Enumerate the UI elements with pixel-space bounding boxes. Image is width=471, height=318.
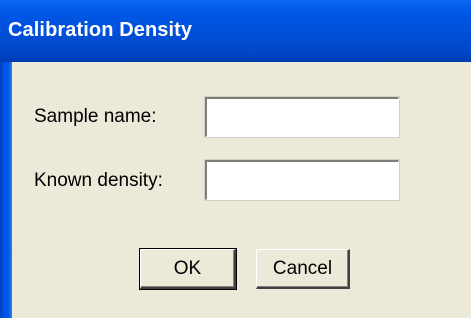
known-density-input[interactable] (205, 160, 399, 200)
ok-button[interactable]: OK (139, 248, 237, 290)
calibration-density-dialog: Calibration Density Sample name: Known d… (0, 0, 471, 318)
sample-name-input[interactable] (205, 97, 399, 137)
title-bar[interactable]: Calibration Density (0, 0, 471, 62)
dialog-body: Sample name: Known density: OK Cancel (12, 62, 471, 318)
sample-name-label: Sample name: (34, 106, 157, 127)
window-border-left (0, 62, 12, 318)
known-density-label: Known density: (34, 170, 163, 191)
cancel-button[interactable]: Cancel (256, 249, 350, 289)
window-title: Calibration Density (8, 19, 193, 41)
